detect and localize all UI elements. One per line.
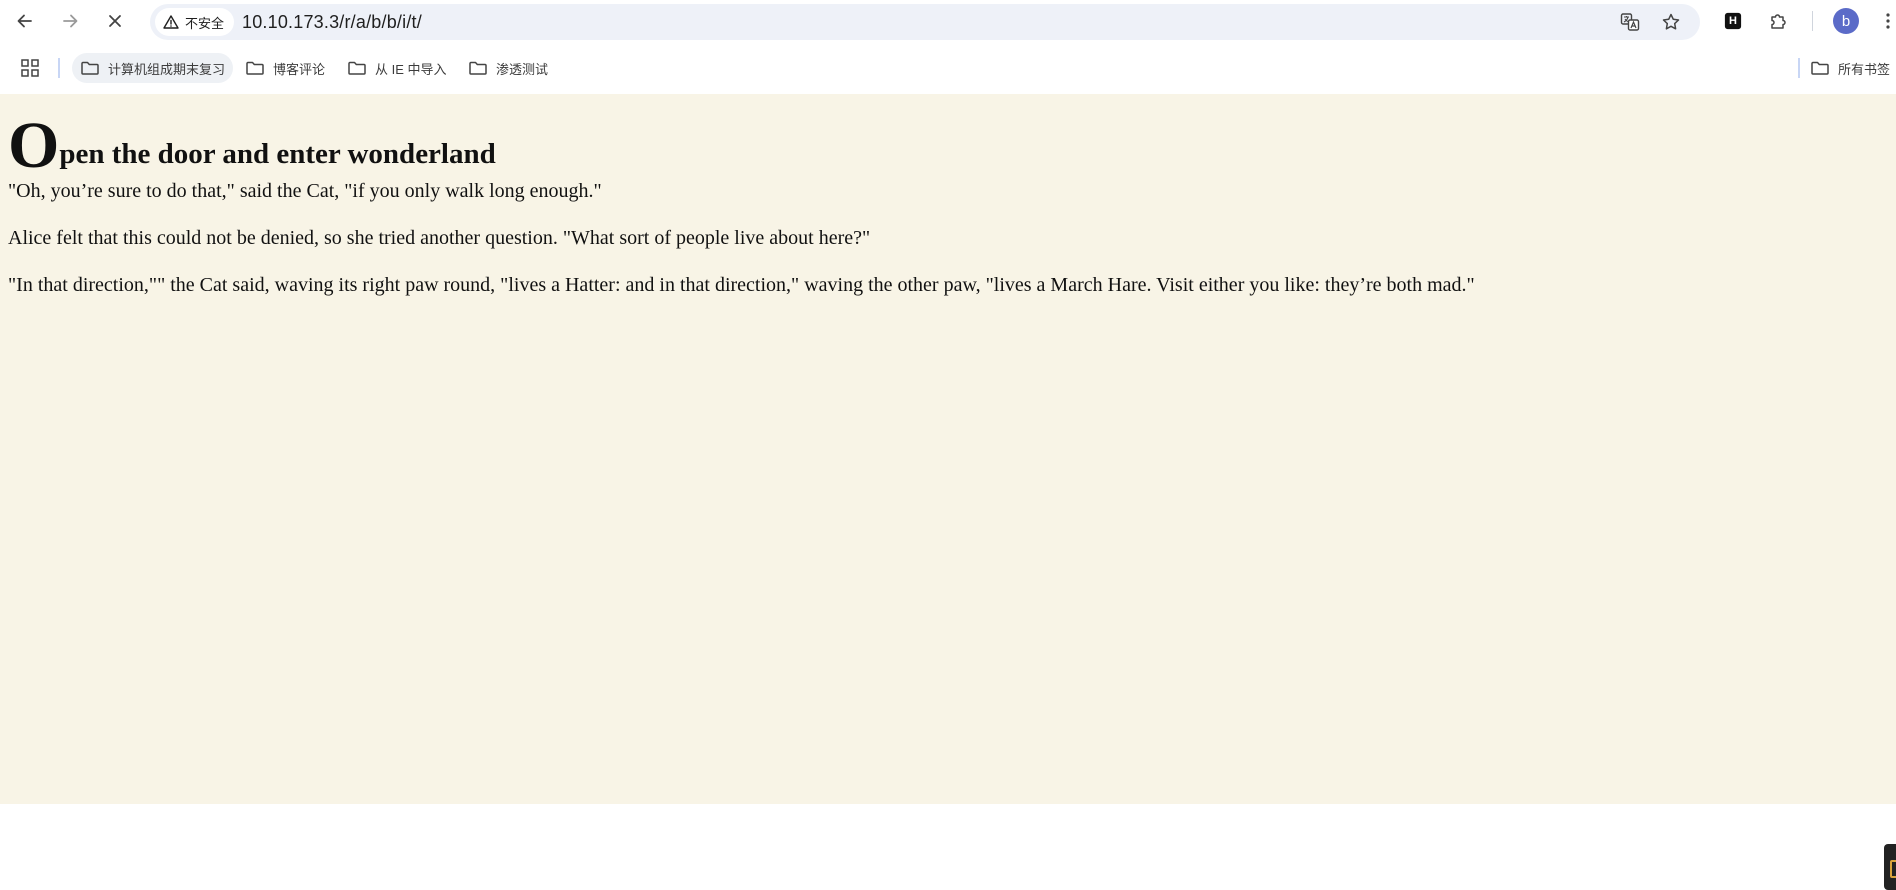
translate-icon [1620,13,1640,31]
paragraph: Alice felt that this could not be denied… [8,227,871,249]
puzzle-icon [1771,14,1786,29]
url-text[interactable]: 10.10.173.3/r/a/b/b/i/t/ [242,4,422,40]
security-indicator[interactable]: 不安全 [155,8,235,36]
more-vertical-icon [1886,13,1890,29]
page-content: Open the door and enter wonderland "Oh, … [0,94,1896,890]
bookmarks-divider [58,58,60,78]
bookmarks-divider [1798,58,1800,78]
security-label: 不安全 [185,15,225,31]
apps-button[interactable] [18,56,42,80]
translate-button[interactable] [1618,10,1642,34]
profile-avatar[interactable]: b [1833,8,1859,34]
extension-badge-text: H [1729,15,1737,27]
browser-chrome: 不安全 10.10.173.3/r/a/b/b/i/t/ H b 计算机组成期末… [0,0,1896,144]
forward-button[interactable] [56,7,84,35]
arrow-right-icon [63,14,78,28]
extension-h-button[interactable]: H [1721,9,1745,33]
menu-button[interactable] [1880,9,1896,33]
bookmark-folder[interactable]: 从 IE 中导入 [339,53,455,83]
bookmark-folder[interactable]: 计算机组成期末复习 [72,53,234,83]
heading-text: pen the door and enter wonderland [59,138,496,170]
paragraph: "Oh, you’re sure to do that," said the C… [8,180,602,202]
bookmark-label: 从 IE 中导入 [375,61,447,77]
folder-icon [348,61,366,75]
folder-icon [469,61,487,75]
folder-icon [81,61,99,75]
folder-icon [246,61,264,75]
bookmark-label: 计算机组成期末复习 [108,61,226,77]
folder-icon [1811,61,1829,75]
paragraph: "In that direction,"" the Cat said, wavi… [8,274,1475,296]
bookmarks-bar: 计算机组成期末复习 博客评论 从 IE 中导入 渗透测试 所有书签 [0,52,1896,144]
back-button[interactable] [11,7,39,35]
close-icon [109,15,121,27]
stop-loading-button[interactable] [101,7,129,35]
all-bookmarks-label: 所有书签 [1838,61,1891,77]
bookmark-star-button[interactable] [1659,10,1683,34]
apps-grid-icon [21,59,39,77]
toolbar-separator [1812,11,1813,31]
bookmark-folder[interactable]: 博客评论 [237,53,333,83]
heading-dropcap: O [8,109,60,182]
arrow-left-icon [17,14,32,28]
warning-icon [163,15,179,29]
extensions-button[interactable] [1766,9,1790,33]
bookmark-label: 博客评论 [273,61,326,77]
page-heading: Open the door and enter wonderland [8,113,496,179]
all-bookmarks-folder[interactable]: 所有书签 [1810,53,1896,83]
browser-toolbar: 不安全 10.10.173.3/r/a/b/b/i/t/ H b [0,0,1896,42]
bookmark-folder[interactable]: 渗透测试 [460,53,556,83]
side-panel-tab[interactable] [1884,844,1896,890]
star-icon [1662,13,1680,30]
bookmark-label: 渗透测试 [496,61,549,77]
address-bar[interactable]: 不安全 10.10.173.3/r/a/b/b/i/t/ [150,4,1700,40]
